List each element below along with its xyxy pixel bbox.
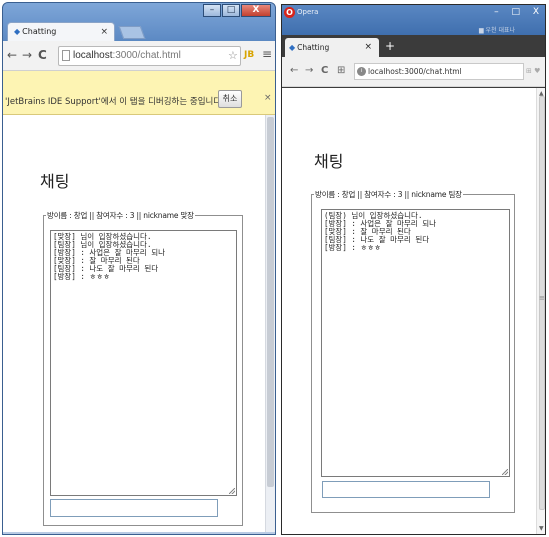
chat-log[interactable]: [맞장] 님이 입장하셨습니다. [팀장] 님이 입장하셨습니다. [방장] :…	[50, 230, 237, 496]
page-title: 채팅	[40, 172, 70, 191]
toolbar-right-icons[interactable]: ⊞ ♥	[526, 67, 540, 75]
forward-arrow-icon[interactable]: →	[22, 48, 32, 62]
opera-logo-icon[interactable]: O	[284, 7, 295, 18]
chrome-window: – □ X ◆ Chatting × ← → C localhost:3000/c…	[2, 2, 276, 535]
webstorm-tab-icon: ◆	[289, 43, 296, 52]
screen: – □ X ◆ Chatting × ← → C localhost:3000/c…	[0, 0, 549, 537]
opera-titlebar: O Opera – □ X ▆ 우천 대표나	[282, 5, 545, 35]
back-arrow-icon[interactable]: ←	[7, 48, 17, 62]
reload-icon[interactable]: C	[321, 65, 328, 76]
site-info-icon[interactable]: i	[357, 67, 366, 76]
chat-log[interactable]: (팀장) 님이 입장하셨습니다. [방장] : 사업은 잘 마무리 되나 [맞장…	[321, 209, 510, 477]
chrome-window-controls: – □ X	[202, 4, 271, 17]
opera-page-content: 채팅 방이름 : 창업 || 참여자수 : 3 || nickname 팀장 (…	[282, 88, 536, 534]
room-legend: 방이름 : 창업 || 참여자수 : 3 || nickname 맞장	[47, 211, 194, 220]
url-path: :3000/chat.html	[112, 50, 181, 61]
tab-title: Chatting	[22, 27, 57, 36]
chrome-bottom-border	[3, 532, 275, 534]
chrome-toolbar: ← → C localhost:3000/chat.html ☆ JB ≡	[3, 41, 275, 71]
resize-grip[interactable]	[502, 469, 508, 475]
minimize-button[interactable]: –	[203, 4, 221, 17]
debug-infobar: 'JetBrains IDE Support'에서 이 탭을 디버깅하는 중입니…	[3, 71, 275, 115]
opera-app-name: Opera	[297, 8, 319, 16]
jetbrains-extension-icon[interactable]: JB	[244, 50, 254, 60]
scroll-down-arrow-icon[interactable]: ▼	[539, 525, 544, 532]
page-icon	[62, 50, 70, 61]
menu-icon[interactable]: ≡	[262, 47, 272, 61]
scrollbar-grip-icon: ≡	[539, 294, 545, 302]
chat-line: [방장] : ㅎㅎㅎ	[53, 272, 111, 281]
new-tab-button[interactable]	[118, 26, 146, 39]
url-text: localhost:3000/chat.html	[368, 67, 462, 76]
resize-grip[interactable]	[229, 488, 235, 494]
blurred-tab-text: ▆ 우천 대표나	[479, 27, 516, 34]
chrome-page-content: 채팅 방이름 : 창업 || 참여자수 : 3 || nickname 맞장 […	[3, 115, 265, 532]
opera-window: O Opera – □ X ▆ 우천 대표나 ◆ Chatting × + ← →…	[281, 4, 546, 535]
infobar-close-icon[interactable]: ×	[264, 93, 272, 103]
tab-title: Chatting	[297, 43, 330, 52]
cancel-button[interactable]: 취소	[218, 90, 242, 108]
page-title: 채팅	[314, 152, 344, 171]
address-bar[interactable]: localhost:3000/chat.html	[58, 46, 241, 66]
maximize-button[interactable]: □	[222, 4, 240, 17]
minimize-button[interactable]: –	[494, 7, 499, 17]
tab-close-icon[interactable]: ×	[364, 38, 372, 57]
message-input[interactable]	[322, 481, 490, 498]
tab-chatting[interactable]: ◆ Chatting ×	[285, 38, 379, 57]
tab-chatting[interactable]: ◆ Chatting ×	[7, 22, 115, 41]
forward-arrow-icon[interactable]: →	[305, 65, 313, 76]
bookmark-star-icon[interactable]: ☆	[228, 49, 238, 62]
scrollbar-thumb[interactable]	[267, 117, 274, 487]
chat-line: [방장] : ㅎㅎㅎ	[324, 243, 382, 252]
opera-window-controls: – □ X	[484, 7, 539, 17]
opera-toolbar: ← → C ⊞ i localhost:3000/chat.html ⊞ ♥	[282, 57, 545, 87]
maximize-button[interactable]: □	[511, 7, 520, 17]
opera-scrollbar[interactable]: ▲ ≡ ▼	[536, 88, 545, 534]
address-bar[interactable]: i localhost:3000/chat.html	[354, 63, 524, 80]
infobar-message: 'JetBrains IDE Support'에서 이 탭을 디버깅하는 중입니…	[5, 97, 224, 107]
speed-dial-grid-icon[interactable]: ⊞	[337, 65, 345, 76]
room-legend: 방이름 : 창업 || 참여자수 : 3 || nickname 팀장	[315, 190, 462, 199]
reload-icon[interactable]: C	[38, 48, 47, 62]
chrome-scrollbar[interactable]	[265, 115, 275, 532]
webstorm-tab-icon: ◆	[14, 27, 21, 36]
chrome-titlebar: – □ X ◆ Chatting ×	[3, 3, 275, 41]
back-arrow-icon[interactable]: ←	[290, 65, 298, 76]
scrollbar-thumb[interactable]	[539, 96, 545, 510]
new-tab-plus-icon[interactable]: +	[385, 39, 395, 53]
close-button[interactable]: X	[533, 7, 539, 17]
message-input[interactable]	[50, 499, 218, 517]
tab-close-icon[interactable]: ×	[100, 23, 108, 41]
url-host: localhost	[73, 50, 113, 61]
close-button[interactable]: X	[241, 4, 271, 17]
